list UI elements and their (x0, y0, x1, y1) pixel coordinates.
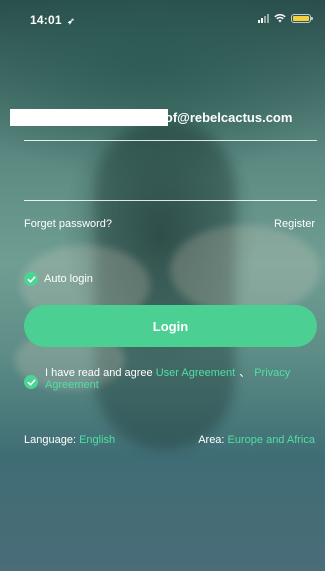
account-links: Forget password? Register (24, 218, 315, 230)
status-time: 14:01 ➶ (30, 13, 75, 27)
register-link[interactable]: Register (274, 218, 315, 230)
agreement-separator: 、 (239, 367, 251, 379)
status-time-text: 14:01 (30, 13, 62, 27)
password-field[interactable] (24, 162, 317, 201)
wifi-icon (274, 14, 286, 23)
language-selector[interactable]: Language: English (24, 434, 115, 446)
status-bar: 14:01 ➶ (0, 0, 325, 40)
email-redaction (10, 109, 168, 126)
agreement-checkbox[interactable] (24, 375, 38, 389)
background-hand-right (170, 225, 320, 315)
auto-login-toggle[interactable]: Auto login (24, 272, 93, 286)
agreement-text: I have read and agree User Agreement、 Pri… (45, 367, 312, 391)
area-value[interactable]: Europe and Africa (228, 434, 315, 446)
status-icons (258, 13, 313, 23)
locale-row: Language: English Area: Europe and Afric… (24, 434, 315, 446)
language-label: Language: (24, 434, 76, 446)
auto-login-label: Auto login (44, 273, 93, 285)
login-button[interactable]: Login (24, 305, 317, 347)
user-agreement-link[interactable]: User Agreement (156, 367, 235, 379)
agreement-toggle[interactable]: I have read and agree User Agreement、 Pri… (24, 367, 312, 391)
area-label: Area: (198, 434, 225, 446)
email-field[interactable]: dhof@rebelcactus.com (10, 100, 317, 141)
auto-login-checkbox[interactable] (24, 272, 38, 286)
location-arrow-icon: ➶ (67, 16, 75, 26)
login-screen: 14:01 ➶ dhof@rebelcactus.com Forget pass… (0, 0, 325, 571)
language-value[interactable]: English (79, 434, 115, 446)
checkmark-icon (27, 275, 35, 283)
area-selector[interactable]: Area: Europe and Africa (198, 434, 315, 446)
agreement-prefix: I have read and agree (45, 367, 156, 379)
forget-password-link[interactable]: Forget password? (24, 218, 112, 230)
checkmark-icon (27, 378, 35, 386)
battery-level (293, 15, 309, 21)
cellular-signal-icon (258, 13, 269, 23)
battery-icon (291, 13, 313, 23)
email-value: dhof@rebelcactus.com (149, 110, 293, 125)
